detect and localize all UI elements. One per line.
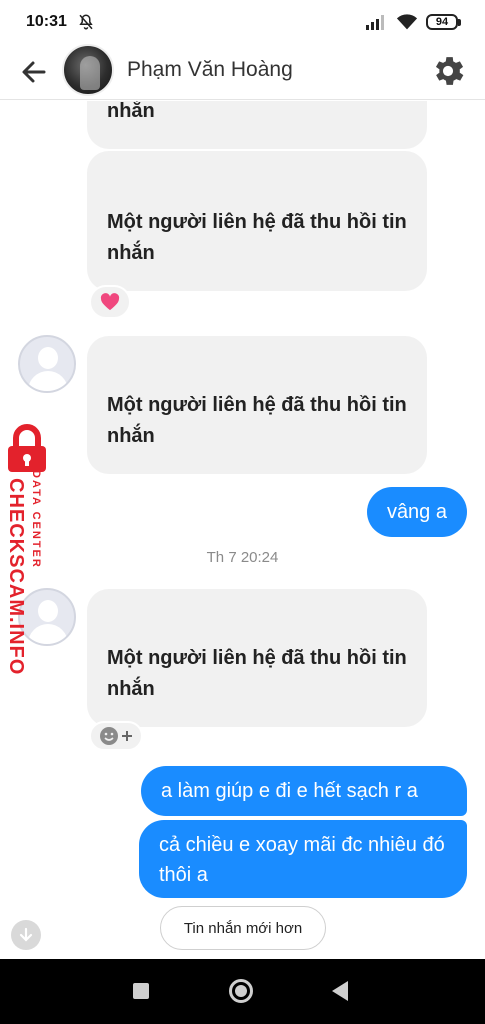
wifi-icon [396, 14, 418, 30]
battery-level: 94 [435, 16, 449, 28]
message-text: vâng a [386, 501, 447, 523]
watermark: CHECKSCAM.INFO DATA CENTER [0, 420, 60, 675]
contact-name[interactable]: Phạm Văn Hoàng [127, 58, 293, 82]
reaction-badge[interactable] [89, 285, 131, 319]
status-icons: 94 [366, 13, 461, 31]
notifications-off-icon [79, 14, 93, 30]
scroll-down-button[interactable] [11, 920, 41, 950]
status-bar: 10:31 94 [0, 0, 485, 44]
incoming-message[interactable]: Một người liên hệ đã thu hồi tin nhắn [87, 589, 427, 727]
back-triangle-icon[interactable] [332, 981, 348, 1001]
battery-icon: 94 [426, 14, 461, 30]
heart-icon [100, 293, 120, 311]
add-reaction-button[interactable] [89, 721, 143, 751]
incoming-message[interactable]: Một người liên hệ đã thu hồi tin nhắn [87, 101, 427, 149]
message-list[interactable]: Một người liên hệ đã thu hồi tin nhắn Mộ… [0, 101, 485, 959]
message-text: Một người liên hệ đã thu hồi tin nhắn [107, 394, 407, 447]
message-text: cả chiều e xoay mãi đc nhiêu đó thôi a [159, 834, 445, 886]
incoming-message[interactable]: Một người liên hệ đã thu hồi tin nhắn [87, 336, 427, 474]
outgoing-message[interactable]: a làm giúp e đi e hết sạch r a [141, 766, 467, 816]
plus-icon [122, 731, 132, 741]
newer-messages-button[interactable]: Tin nhắn mới hơn [160, 906, 326, 950]
signal-icon [366, 15, 384, 30]
system-nav-bar [0, 959, 485, 1024]
message-text: Một người liên hệ đã thu hồi tin nhắn [107, 211, 407, 264]
message-text: a làm giúp e đi e hết sạch r a [161, 780, 418, 802]
lock-icon [8, 424, 46, 472]
incoming-message[interactable]: Một người liên hệ đã thu hồi tin nhắn [87, 151, 427, 291]
arrow-down-icon [19, 927, 33, 942]
recent-apps-icon[interactable] [133, 983, 149, 999]
watermark-tag: DATA CENTER [30, 470, 42, 569]
conversation-header: Phạm Văn Hoàng [0, 44, 485, 100]
back-arrow-icon[interactable] [18, 56, 50, 88]
message-text: Một người liên hệ đã thu hồi tin nhắn [107, 101, 155, 122]
watermark-brand: CHECKSCAM.INFO [5, 478, 27, 676]
message-text: Một người liên hệ đã thu hồi tin nhắn [107, 647, 407, 700]
smiley-icon [100, 727, 118, 745]
message-timestamp: Th 7 20:24 [206, 549, 279, 566]
contact-avatar[interactable] [62, 44, 114, 96]
status-time: 10:31 [26, 13, 67, 30]
home-icon[interactable] [229, 979, 253, 1003]
gear-icon[interactable] [429, 52, 467, 90]
screen: 10:31 94 Phạm Văn Hoàng nhắn Một người l… [0, 0, 485, 1024]
sender-avatar[interactable] [18, 335, 76, 393]
outgoing-message[interactable]: vâng a [366, 487, 467, 537]
outgoing-message[interactable]: cả chiều e xoay mãi đc nhiêu đó thôi a [139, 820, 467, 898]
